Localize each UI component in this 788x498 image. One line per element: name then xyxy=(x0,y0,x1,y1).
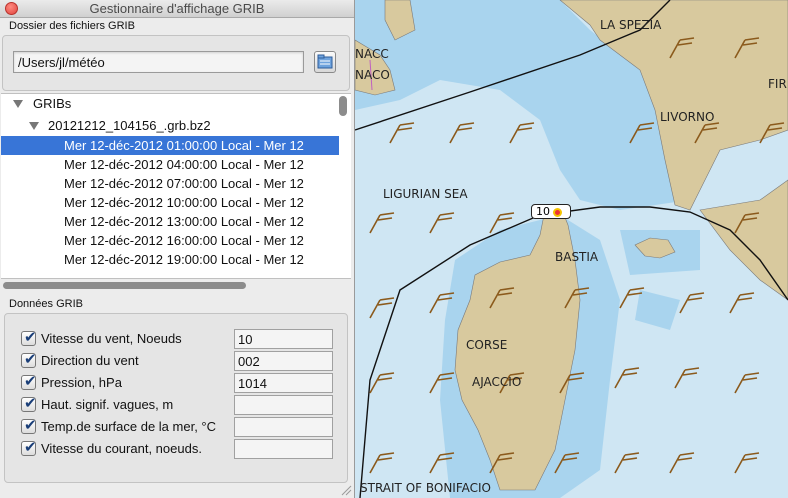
grib-manager-dialog: Gestionnaire d'affichage GRIB Dossier de… xyxy=(0,0,355,498)
field-visibility-checkbox[interactable]: ✔ xyxy=(21,328,37,346)
grib-record-row[interactable]: Mer 12-déc-2012 04:00:00 Local - Mer 12 xyxy=(1,155,339,174)
field-value-box: 10 xyxy=(234,329,333,349)
map-label-firenze: FIR xyxy=(768,77,787,91)
field-value-box: 1014 xyxy=(234,373,333,393)
grib-data-field-row: ✔ Pression, hPa 1014 xyxy=(21,372,336,393)
checkmark-icon: ✔ xyxy=(24,416,37,434)
grib-data-field-row: ✔ Direction du vent 002 xyxy=(21,350,336,371)
field-value-box: 002 xyxy=(234,351,333,371)
field-label: Direction du vent xyxy=(41,353,139,368)
grib-record-row[interactable]: Mer 12-déc-2012 10:00:00 Local - Mer 12 xyxy=(1,193,339,212)
map-label-bonifacio: STRAIT OF BONIFACIO xyxy=(360,481,491,495)
checkmark-icon: ✔ xyxy=(24,394,37,412)
grib-data-field-row: ✔ Vitesse du courant, noeuds. xyxy=(21,438,336,459)
boat-position-marker[interactable]: 10 xyxy=(531,204,571,219)
folder-icon xyxy=(317,54,333,69)
close-window-button[interactable] xyxy=(5,2,18,15)
grib-record-label: Mer 12-déc-2012 04:00:00 Local - Mer 12 xyxy=(64,157,304,172)
tree-root-label: GRIBs xyxy=(33,96,72,111)
checkmark-icon: ✔ xyxy=(24,372,37,390)
disclosure-triangle-icon[interactable] xyxy=(29,122,39,130)
map-label-monaco-2: NACO xyxy=(355,68,390,82)
window-titlebar[interactable]: Gestionnaire d'affichage GRIB xyxy=(0,0,354,18)
grib-record-label: Mer 12-déc-2012 10:00:00 Local - Mer 12 xyxy=(64,195,304,210)
grib-record-row[interactable]: Mer 12-déc-2012 01:00:00 Local - Mer 12 xyxy=(1,136,339,155)
window-title: Gestionnaire d'affichage GRIB xyxy=(89,1,265,16)
tree-file-label: 20121212_104156_.grb.bz2 xyxy=(48,118,211,133)
grib-record-row[interactable]: Mer 12-déc-2012 07:00:00 Local - Mer 12 xyxy=(1,174,339,193)
field-value-box xyxy=(234,417,333,437)
field-value-box xyxy=(234,439,333,459)
field-visibility-checkbox[interactable]: ✔ xyxy=(21,438,37,456)
field-label: Haut. signif. vagues, m xyxy=(41,397,174,412)
tree-horizontal-scrollbar[interactable] xyxy=(1,280,351,291)
grib-record-row[interactable]: Mer 12-déc-2012 19:00:00 Local - Mer 12 xyxy=(1,250,339,269)
horizontal-scroll-thumb[interactable] xyxy=(3,282,246,289)
checkmark-icon: ✔ xyxy=(24,328,37,346)
grib-record-label: Mer 12-déc-2012 13:00:00 Local - Mer 12 xyxy=(64,214,304,229)
map-label-corse: CORSE xyxy=(466,338,508,352)
disclosure-triangle-icon[interactable] xyxy=(13,100,23,108)
grib-record-row[interactable]: Mer 12-déc-2012 16:00:00 Local - Mer 12 xyxy=(1,231,339,250)
map-label-la-spezia: LA SPEZIA xyxy=(600,18,662,32)
resize-grip-icon[interactable] xyxy=(341,485,352,496)
field-visibility-checkbox[interactable]: ✔ xyxy=(21,372,37,390)
grib-folder-path-field[interactable]: /Users/jl/météo xyxy=(13,51,304,73)
data-section-label: Données GRIB xyxy=(9,298,83,310)
browse-folder-button[interactable] xyxy=(314,51,336,73)
boat-position-dot xyxy=(553,208,562,217)
map-label-bastia: BASTIA xyxy=(555,250,599,264)
field-label: Temp.de surface de la mer, °C xyxy=(41,419,216,434)
tree-vertical-scrollbar[interactable] xyxy=(339,96,347,116)
checkmark-icon: ✔ xyxy=(24,438,37,456)
tree-root-gribs[interactable]: GRIBs xyxy=(1,94,339,113)
field-label: Vitesse du vent, Noeuds xyxy=(41,331,182,346)
checkmark-icon: ✔ xyxy=(24,350,37,368)
grib-data-field-row: ✔ Temp.de surface de la mer, °C xyxy=(21,416,336,437)
field-label: Pression, hPa xyxy=(41,375,122,390)
folder-section-label: Dossier des fichiers GRIB xyxy=(9,20,135,32)
field-visibility-checkbox[interactable]: ✔ xyxy=(21,394,37,412)
grib-record-label: Mer 12-déc-2012 19:00:00 Local - Mer 12 xyxy=(64,252,304,267)
grib-record-label: Mer 12-déc-2012 07:00:00 Local - Mer 12 xyxy=(64,176,304,191)
field-label: Vitesse du courant, noeuds. xyxy=(41,441,202,456)
field-visibility-checkbox[interactable]: ✔ xyxy=(21,350,37,368)
field-visibility-checkbox[interactable]: ✔ xyxy=(21,416,37,434)
map-label-monaco-1: NACC xyxy=(355,47,389,61)
grib-record-row[interactable]: Mer 12-déc-2012 13:00:00 Local - Mer 12 xyxy=(1,212,339,231)
field-value-box xyxy=(234,395,333,415)
grib-record-label: Mer 12-déc-2012 01:00:00 Local - Mer 12 xyxy=(64,138,304,153)
grib-data-field-row: ✔ Haut. signif. vagues, m xyxy=(21,394,336,415)
map-label-ajaccio: AJACCIO xyxy=(472,375,522,389)
tree-file-node[interactable]: 20121212_104156_.grb.bz2 xyxy=(1,116,339,135)
grib-file-tree[interactable]: GRIBs 20121212_104156_.grb.bz2 Mer 12-dé… xyxy=(1,93,351,279)
map-label-ligurian-sea: LIGURIAN SEA xyxy=(383,187,468,201)
grib-record-label: Mer 12-déc-2012 16:00:00 Local - Mer 12 xyxy=(64,233,304,248)
grib-data-field-row: ✔ Vitesse du vent, Noeuds 10 xyxy=(21,328,336,349)
map-label-livorno: LIVORNO xyxy=(660,110,715,124)
